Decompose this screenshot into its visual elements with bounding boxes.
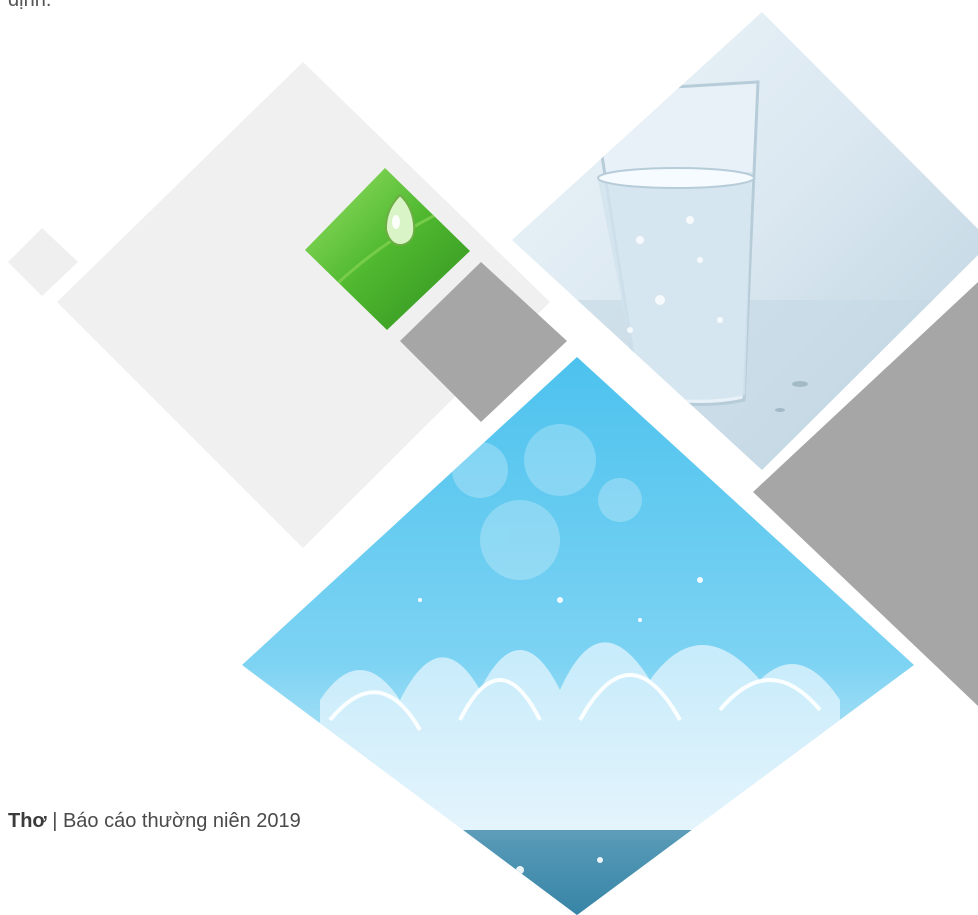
footer-company-name: Thơ: [8, 810, 47, 832]
decorative-diamond-artwork: [8, 12, 978, 915]
footer-report-title: Báo cáo thường niên 2019: [62, 810, 301, 832]
footer-separator: |: [46, 810, 63, 832]
page-footer: Thơ | Báo cáo thường niên 2019: [8, 810, 301, 833]
small-gray-diamond: [8, 228, 78, 296]
